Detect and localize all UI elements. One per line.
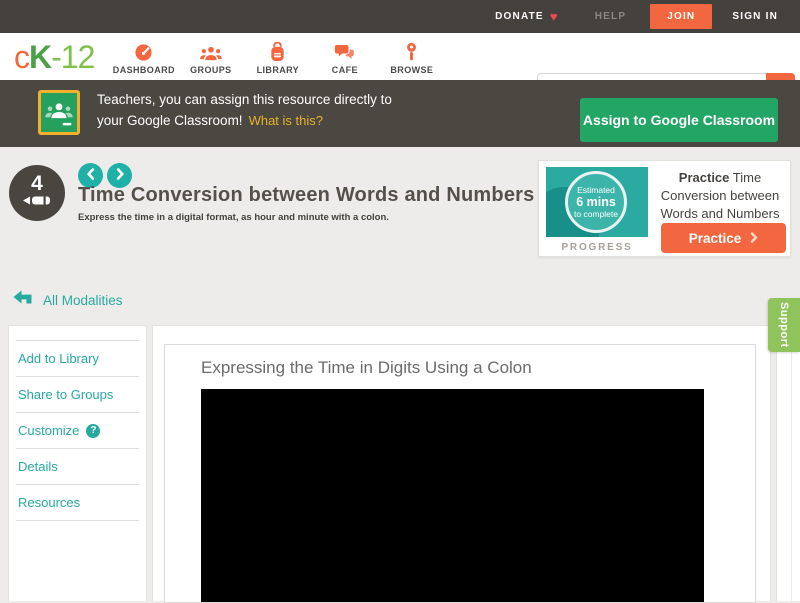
chevron-right-icon [750, 231, 758, 246]
nav-label: DASHBOARD [110, 65, 177, 75]
all-modalities-link[interactable]: All Modalities [13, 290, 123, 310]
sidebar-item-customize[interactable]: Customize ? [16, 413, 139, 449]
practice-button-label: Practice [689, 231, 742, 246]
practice-word: Practice [679, 170, 730, 185]
assign-to-classroom-button[interactable]: Assign to Google Classroom [580, 98, 778, 142]
nav-item-groups[interactable]: GROUPS [177, 39, 244, 75]
page-subtitle: Express the time in a digital format, as… [78, 212, 389, 223]
right-edge-panel [776, 325, 800, 601]
actions-list: Add to Library Share to Groups Customize… [16, 340, 139, 521]
magnifier-icon [378, 41, 445, 62]
nav-item-library[interactable]: LIBRARY [244, 39, 311, 75]
help-link[interactable]: HELP [595, 11, 626, 22]
sidebar-item-add-to-library[interactable]: Add to Library [16, 341, 139, 377]
main-navbar: cK-12 DASHBOARD GROUPS LIBRARY [0, 33, 800, 80]
video-player[interactable] [201, 389, 704, 603]
ck12-logo[interactable]: cK-12 [14, 41, 94, 73]
support-tab[interactable]: Support [768, 298, 800, 352]
content-heading: Expressing the Time in Digits Using a Co… [201, 358, 755, 378]
crayon-icon [22, 194, 52, 212]
nav-label: LIBRARY [244, 65, 311, 75]
nav-items: DASHBOARD GROUPS LIBRARY CAFE [110, 39, 445, 75]
sidebar-item-details[interactable]: Details [16, 449, 139, 485]
utility-bar: DONATE ♥ HELP JOIN SIGN IN [0, 0, 800, 33]
nav-item-cafe[interactable]: CAFE [311, 39, 378, 75]
practice-description: Practice Time Conversion between Words a… [652, 169, 788, 223]
estimated-time-badge: Estimated 6 mins to complete [565, 171, 627, 233]
chevron-right-icon [115, 168, 125, 183]
banner-line2: your Google Classroom! [97, 113, 243, 128]
join-button[interactable]: JOIN [650, 4, 712, 29]
question-icon[interactable]: ? [86, 424, 100, 438]
modality-number: 4 [31, 174, 43, 194]
page-title: Time Conversion between Words and Number… [78, 184, 534, 207]
heart-icon: ♥ [550, 10, 559, 23]
nav-label: GROUPS [177, 65, 244, 75]
practice-card: Estimated 6 mins to complete PROGRESS Pr… [538, 160, 791, 257]
all-modalities-label: All Modalities [43, 293, 123, 308]
actions-sidebar: Add to Library Share to Groups Customize… [8, 325, 147, 601]
content-frame: Expressing the Time in Digits Using a Co… [164, 344, 756, 603]
donate-link[interactable]: DONATE ♥ [495, 10, 559, 23]
content-panel: Expressing the Time in Digits Using a Co… [152, 325, 771, 601]
sign-in-link[interactable]: SIGN IN [732, 11, 778, 22]
nav-item-browse[interactable]: BROWSE [378, 39, 445, 75]
nav-label: CAFE [311, 65, 378, 75]
modality-badge: 4 [9, 165, 65, 221]
customize-label: Customize [18, 423, 79, 438]
back-arrow-icon [13, 290, 33, 310]
classroom-banner: Teachers, you can assign this resource d… [0, 80, 800, 147]
nav-label: BROWSE [378, 65, 445, 75]
chat-bubbles-icon [311, 41, 378, 62]
logo-suffix: -12 [51, 39, 94, 75]
nav-item-dashboard[interactable]: DASHBOARD [110, 39, 177, 75]
what-is-this-link[interactable]: What is this? [249, 113, 323, 128]
estimated-label: Estimated [577, 185, 615, 195]
practice-thumbnail[interactable]: Estimated 6 mins to complete [546, 167, 648, 237]
donate-label: DONATE [495, 11, 544, 22]
sidebar-item-share-to-groups[interactable]: Share to Groups [16, 377, 139, 413]
people-icon [177, 41, 244, 62]
banner-line1: Teachers, you can assign this resource d… [97, 92, 392, 107]
estimated-minutes: 6 mins [576, 195, 616, 209]
logo-letter-k: K [29, 39, 51, 75]
practice-button[interactable]: Practice [661, 223, 786, 253]
sidebar-item-resources[interactable]: Resources [16, 485, 139, 521]
banner-text: Teachers, you can assign this resource d… [97, 89, 392, 131]
chevron-left-icon [86, 168, 96, 183]
logo-letter-c: c [14, 39, 29, 75]
ck12-lesson-page: DONATE ♥ HELP JOIN SIGN IN cK-12 DASHBOA… [0, 0, 800, 600]
progress-label: PROGRESS [546, 242, 648, 253]
backpack-icon [244, 41, 311, 62]
google-classroom-icon [38, 90, 80, 135]
estimated-suffix: to complete [574, 209, 618, 219]
dashboard-gauge-icon [110, 41, 177, 62]
